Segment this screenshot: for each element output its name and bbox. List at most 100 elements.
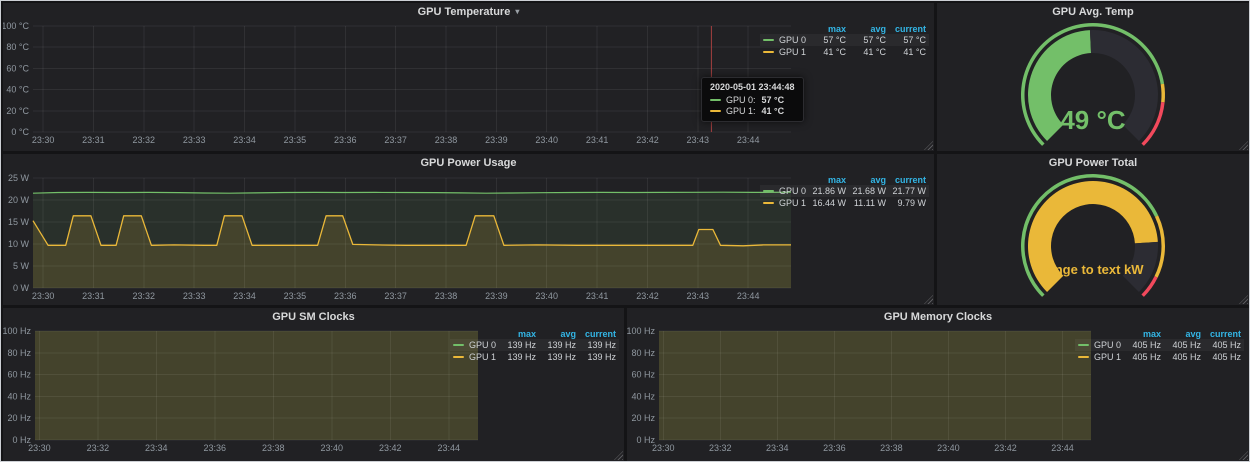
- legend-value: 405 Hz: [1124, 351, 1164, 363]
- panel-title-gpu-temperature[interactable]: GPU Temperature ▾: [3, 3, 934, 21]
- svg-text:23:36: 23:36: [823, 443, 846, 453]
- svg-text:20 °C: 20 °C: [6, 106, 29, 116]
- legend-header-current[interactable]: current: [889, 175, 929, 185]
- legend-row: GPU 141 °C41 °C41 °C: [760, 46, 929, 58]
- legend-header-current[interactable]: current: [1204, 329, 1244, 339]
- svg-text:23:33: 23:33: [183, 291, 206, 301]
- svg-text:23:38: 23:38: [435, 291, 458, 301]
- svg-text:20 Hz: 20 Hz: [7, 413, 31, 423]
- series-dash-icon: [710, 110, 721, 112]
- svg-text:40 °C: 40 °C: [6, 85, 29, 95]
- svg-text:60 °C: 60 °C: [6, 63, 29, 73]
- legend-value: 41 °C: [889, 46, 929, 58]
- series-dash-icon: [1078, 356, 1089, 358]
- avg-temp-gauge-value: 49 °C: [937, 105, 1249, 136]
- tooltip-series-value: 57 °C: [762, 95, 785, 105]
- legend-series-name[interactable]: GPU 1: [779, 198, 806, 208]
- svg-text:23:32: 23:32: [87, 443, 110, 453]
- legend-header-current[interactable]: current: [579, 329, 619, 339]
- panel-title-text: GPU Power Total: [1049, 157, 1137, 169]
- svg-text:23:43: 23:43: [687, 291, 710, 301]
- legend-value: 139 Hz: [499, 339, 539, 351]
- svg-text:100 Hz: 100 Hz: [3, 326, 31, 336]
- svg-text:23:42: 23:42: [636, 291, 659, 301]
- svg-text:23:44: 23:44: [438, 443, 461, 453]
- tooltip-series-value: 41 °C: [762, 106, 785, 116]
- svg-text:23:36: 23:36: [334, 135, 357, 145]
- legend-value: 139 Hz: [579, 351, 619, 363]
- svg-text:23:42: 23:42: [379, 443, 402, 453]
- panel-gpu-power-usage: GPU Power Usage 0 W5 W10 W15 W20 W25 W23…: [3, 154, 934, 305]
- chevron-down-icon[interactable]: ▾: [515, 8, 519, 16]
- svg-text:23:30: 23:30: [32, 135, 55, 145]
- panel-title-gpu-power-usage[interactable]: GPU Power Usage: [3, 154, 934, 172]
- legend-header-avg[interactable]: avg: [539, 329, 579, 339]
- svg-text:10 W: 10 W: [8, 239, 30, 249]
- legend-value: 405 Hz: [1164, 351, 1204, 363]
- svg-text:23:34: 23:34: [145, 443, 168, 453]
- svg-text:23:44: 23:44: [737, 135, 760, 145]
- panel-gpu-power-total: GPU Power Total range to text kW: [937, 154, 1249, 305]
- svg-text:23:38: 23:38: [880, 443, 903, 453]
- legend-series-name[interactable]: GPU 0: [1094, 340, 1121, 350]
- svg-text:23:43: 23:43: [687, 135, 710, 145]
- svg-text:20 W: 20 W: [8, 195, 30, 205]
- legend-row: GPU 1405 Hz405 Hz405 Hz: [1075, 351, 1244, 363]
- panel-title-text: GPU Avg. Temp: [1052, 6, 1134, 18]
- legend-series-name[interactable]: GPU 0: [469, 340, 496, 350]
- tooltip-series-label: GPU 1:: [726, 106, 756, 116]
- svg-text:23:33: 23:33: [183, 135, 206, 145]
- legend-row: GPU 057 °C57 °C57 °C: [760, 34, 929, 46]
- series-dash-icon: [1078, 344, 1089, 346]
- svg-text:23:37: 23:37: [384, 135, 407, 145]
- svg-text:23:44: 23:44: [1051, 443, 1074, 453]
- svg-text:23:30: 23:30: [28, 443, 51, 453]
- svg-text:20 Hz: 20 Hz: [631, 413, 655, 423]
- svg-text:23:32: 23:32: [133, 135, 156, 145]
- svg-text:23:34: 23:34: [233, 135, 256, 145]
- panel-title-gpu-sm-clocks[interactable]: GPU SM Clocks: [3, 308, 624, 326]
- svg-text:100 °C: 100 °C: [3, 21, 29, 31]
- svg-text:23:35: 23:35: [284, 135, 307, 145]
- legend-row: GPU 0139 Hz139 Hz139 Hz: [450, 339, 619, 351]
- legend-series-name[interactable]: GPU 0: [779, 35, 806, 45]
- legend-value: 405 Hz: [1204, 351, 1244, 363]
- legend-header-max[interactable]: max: [809, 24, 849, 34]
- legend-value: 405 Hz: [1204, 339, 1244, 351]
- tooltip-timestamp: 2020-05-01 23:44:48: [710, 82, 795, 93]
- tooltip-row: GPU 1: 41 °C: [710, 106, 795, 117]
- panel-title-gpu-memory-clocks[interactable]: GPU Memory Clocks: [627, 308, 1249, 326]
- panel-gpu-avg-temp: GPU Avg. Temp 49 °C: [937, 3, 1249, 151]
- legend-header-max[interactable]: max: [809, 175, 849, 185]
- series-dash-icon: [763, 39, 774, 41]
- legend-value: 139 Hz: [579, 339, 619, 351]
- series-dash-icon: [763, 202, 774, 204]
- legend-header-current[interactable]: current: [889, 24, 929, 34]
- legend-header-max[interactable]: max: [499, 329, 539, 339]
- legend-value: 41 °C: [849, 46, 889, 58]
- legend-series-name[interactable]: GPU 1: [1094, 352, 1121, 362]
- svg-text:23:31: 23:31: [82, 291, 105, 301]
- legend-header-avg[interactable]: avg: [849, 175, 889, 185]
- svg-text:23:32: 23:32: [709, 443, 732, 453]
- svg-text:23:40: 23:40: [321, 443, 344, 453]
- legend-value: 21.86 W: [809, 185, 849, 197]
- svg-text:23:32: 23:32: [133, 291, 156, 301]
- legend-series-name[interactable]: GPU 1: [469, 352, 496, 362]
- svg-text:40 Hz: 40 Hz: [631, 391, 655, 401]
- legend-series-name[interactable]: GPU 0: [779, 186, 806, 196]
- memory-clocks-legend: maxavgcurrentGPU 0405 Hz405 Hz405 HzGPU …: [1075, 329, 1244, 363]
- legend-header-max[interactable]: max: [1124, 329, 1164, 339]
- power-usage-legend: maxavgcurrentGPU 021.86 W21.68 W21.77 WG…: [760, 175, 929, 209]
- legend-header-avg[interactable]: avg: [1164, 329, 1204, 339]
- legend-value: 405 Hz: [1164, 339, 1204, 351]
- svg-text:15 W: 15 W: [8, 217, 30, 227]
- legend-series-name[interactable]: GPU 1: [779, 47, 806, 57]
- svg-text:100 Hz: 100 Hz: [627, 326, 655, 336]
- legend-header-avg[interactable]: avg: [849, 24, 889, 34]
- series-dash-icon: [453, 356, 464, 358]
- svg-text:80 Hz: 80 Hz: [7, 348, 31, 358]
- svg-text:23:44: 23:44: [737, 291, 760, 301]
- svg-text:23:37: 23:37: [384, 291, 407, 301]
- svg-text:23:36: 23:36: [204, 443, 227, 453]
